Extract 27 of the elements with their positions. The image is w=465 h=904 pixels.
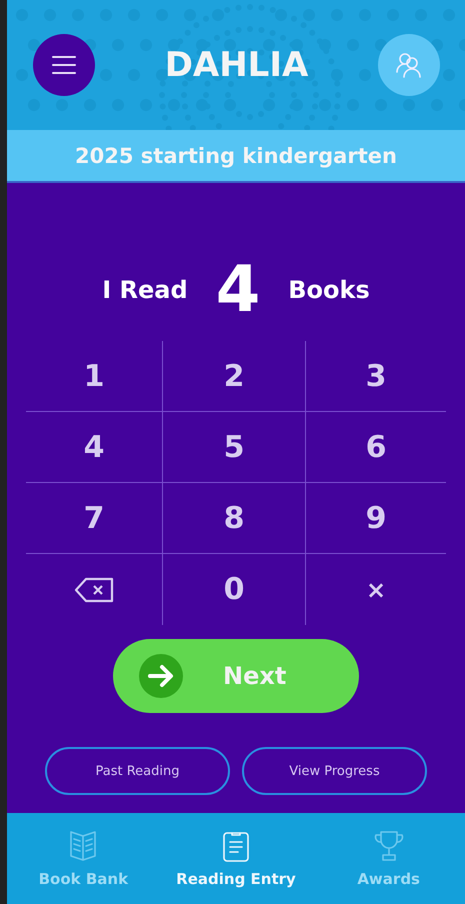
digit-key[interactable]: 4 <box>26 412 163 483</box>
digit-key[interactable]: 8 <box>163 483 306 554</box>
clipboard-icon <box>222 830 250 862</box>
menu-icon <box>51 55 77 75</box>
book-count: 4 <box>216 253 260 327</box>
backspace-icon <box>74 576 114 602</box>
group-name: 2025 starting kindergarten <box>7 130 465 183</box>
link-button[interactable]: Past Reading <box>45 747 230 795</box>
digit-key[interactable]: 3 <box>306 341 446 412</box>
people-icon <box>395 52 423 78</box>
clear-key[interactable]: × <box>306 554 446 625</box>
digit-key[interactable]: 2 <box>163 341 306 412</box>
profiles-button[interactable] <box>378 34 440 96</box>
prompt-prefix: I Read <box>102 276 188 304</box>
arrow-right-icon <box>139 654 183 698</box>
link-button[interactable]: View Progress <box>242 747 427 795</box>
app-title: DAHLIA <box>164 45 308 85</box>
digit-key[interactable]: 1 <box>26 341 163 412</box>
prompt-suffix: Books <box>288 276 370 304</box>
trophy-icon <box>374 830 404 862</box>
digit-key[interactable]: 9 <box>306 483 446 554</box>
menu-button[interactable] <box>33 34 95 96</box>
book-icon <box>68 830 98 862</box>
digit-key[interactable]: 7 <box>26 483 163 554</box>
digit-key[interactable]: 0 <box>163 554 306 625</box>
digit-key[interactable]: 5 <box>163 412 306 483</box>
digit-key[interactable]: 6 <box>306 412 446 483</box>
